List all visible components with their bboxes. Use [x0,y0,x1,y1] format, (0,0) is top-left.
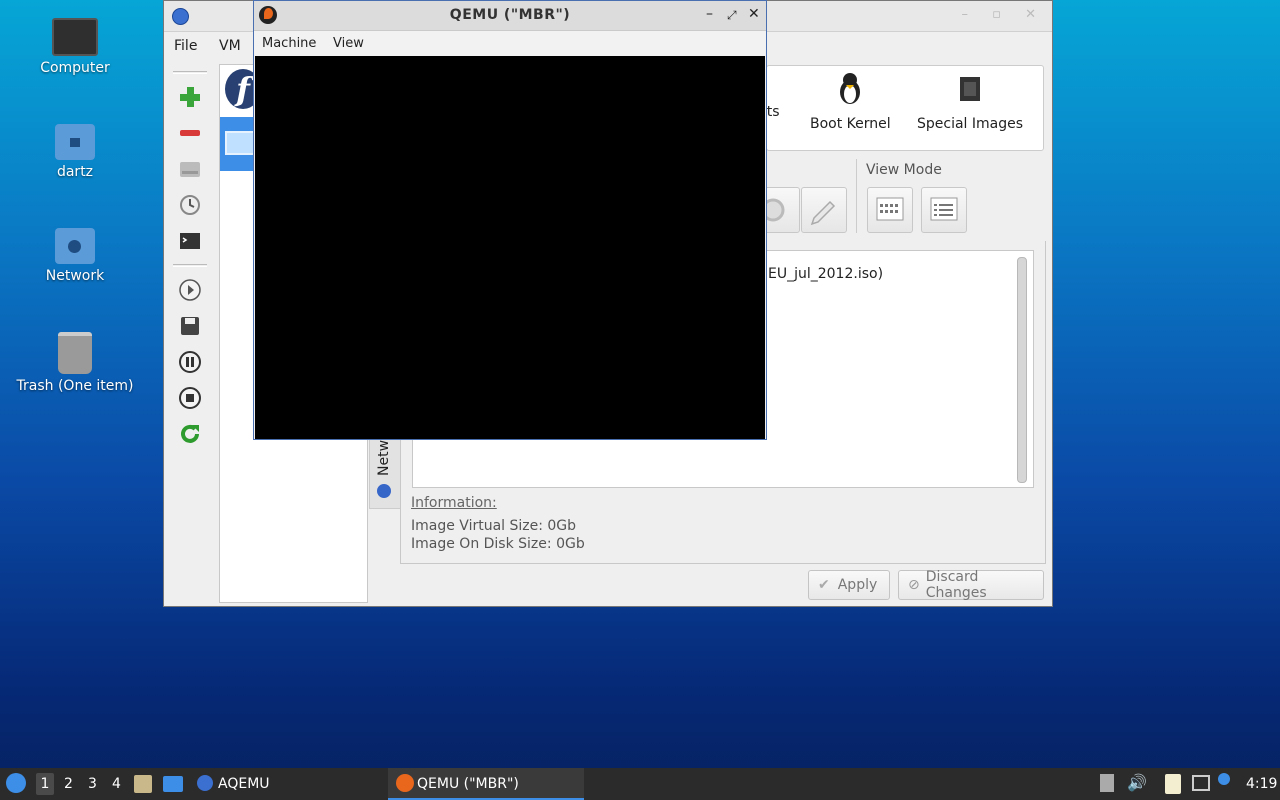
tab-special-images-label: Special Images [917,116,1024,132]
network-status-icon[interactable] [1192,775,1210,791]
workspace-1[interactable]: 1 [36,773,54,795]
workspace-3[interactable]: 3 [88,776,97,792]
add-vm-button[interactable] [173,80,207,114]
taskbar: 1 2 3 4 AQEMU QEMU ("MBR") 🔊 4:19 [0,768,1280,800]
qemu-titlebar[interactable]: QEMU ("MBR") – ⤢ ✕ [254,1,766,31]
start-menu-icon[interactable] [6,773,26,793]
maximize-icon[interactable]: ⤢ [727,8,737,23]
check-icon: ✔ [818,577,830,593]
workspace-4[interactable]: 4 [112,776,121,792]
eject-icon[interactable] [1100,774,1114,792]
reset-vm-button[interactable] [173,417,207,451]
save-vm-button[interactable] [173,309,207,343]
view-mode-divider [856,159,857,233]
edit-button[interactable] [801,187,847,233]
notification-icon[interactable] [1218,773,1230,785]
terminal-icon [180,233,200,249]
stop-vm-button[interactable] [173,381,207,415]
view-mode-grid-button[interactable] [867,187,913,233]
computer-icon [52,18,98,56]
grid-view-icon [876,197,904,221]
device-list-scrollbar[interactable] [1017,257,1027,483]
workspace-2[interactable]: 2 [64,776,73,792]
desktop-icon-label: Network [45,268,105,284]
qemu-window-title: QEMU ("MBR") [449,7,571,23]
close-icon[interactable]: ✕ [748,6,760,22]
qemu-menubar: Machine View [254,31,766,56]
menu-file[interactable]: File [174,38,197,54]
start-vm-button[interactable] [173,273,207,307]
vm-display[interactable] [255,56,765,439]
desktop-icon-trash[interactable]: Trash (One item) [14,332,136,394]
virtual-size-text: Image Virtual Size: 0Gb [411,518,577,534]
taskbar-aqemu[interactable]: AQEMU [218,776,270,792]
list-view-icon [930,197,958,221]
toolbar-divider [173,71,207,74]
clipboard-icon[interactable] [1165,774,1181,794]
desktop-icon-network[interactable]: Network [14,228,136,284]
tab-network[interactable]: Netw [369,435,400,509]
disk-size-text: Image On Disk Size: 0Gb [411,536,585,552]
stop-icon [179,387,201,409]
refresh-icon [181,424,199,443]
menu-view[interactable]: View [333,36,364,51]
taskbar-qemu-label: QEMU ("MBR") [417,776,519,792]
apply-label: Apply [837,577,878,593]
network-globe-icon [377,484,391,498]
network-folder-icon [55,228,95,264]
tux-penguin-icon [840,73,861,104]
cancel-circle-icon: ⊘ [908,577,920,593]
apply-button[interactable]: ✔ Apply [808,570,890,600]
trash-icon [58,332,92,374]
pause-vm-button[interactable] [173,345,207,379]
minus-icon [180,130,200,136]
disk-button[interactable] [173,152,207,186]
tab-boot-kernel[interactable]: Boot Kernel [810,72,891,132]
aqemu-app-icon [172,8,189,25]
clock-button[interactable] [173,188,207,222]
iso-device-entry[interactable]: EU_jul_2012.iso) [768,266,883,282]
desktop-icon-dartz[interactable]: dartz [14,124,136,180]
view-mode-list-button[interactable] [921,187,967,233]
vm-toolbar [170,65,210,453]
menu-machine[interactable]: Machine [262,36,316,51]
desktop-icon-computer[interactable]: Computer [14,18,136,76]
desktop-icon-label: Trash (One item) [16,378,134,394]
tab-network-label: Netw [376,440,392,476]
save-icon [181,317,199,335]
clock: 4:19 [1246,776,1278,792]
pause-icon [179,351,201,373]
window-controls[interactable]: – ▫ ✕ [962,7,1046,22]
toolbar-divider [173,264,207,267]
clock-icon [180,195,200,215]
terminal-button[interactable] [173,224,207,258]
file-manager-icon[interactable] [134,775,152,793]
tab-special-images[interactable]: Special Images [917,72,1023,132]
minimize-icon[interactable]: – [706,6,713,22]
play-icon [179,279,201,301]
disk-icon [180,162,200,177]
discard-label: Discard Changes [925,569,987,601]
qemu-window: QEMU ("MBR") – ⤢ ✕ Machine View [253,0,767,440]
pencil-icon [810,200,836,226]
taskbar-qemu-active[interactable]: QEMU ("MBR") [388,768,584,800]
volume-icon[interactable]: 🔊 [1127,773,1147,792]
settings-tab-strip: rts Boot Kernel Special Images [761,65,1044,151]
menu-vm[interactable]: VM [219,38,241,54]
desktop-icon-label: Computer [40,60,110,76]
view-mode-label: View Mode [866,162,942,178]
desktop-icon-label: dartz [56,164,94,180]
chip-icon [960,77,981,101]
qemu-taskbar-icon [396,774,414,792]
home-folder-icon [55,124,95,160]
information-heading: Information: [411,495,497,511]
tab-boot-kernel-label: Boot Kernel [810,116,891,132]
discard-changes-button[interactable]: ⊘ Discard Changes [898,569,1044,601]
aqemu-taskbar-icon [197,775,213,791]
plus-icon [180,87,200,107]
remove-vm-button[interactable] [173,116,207,150]
show-desktop-icon[interactable] [163,776,183,792]
